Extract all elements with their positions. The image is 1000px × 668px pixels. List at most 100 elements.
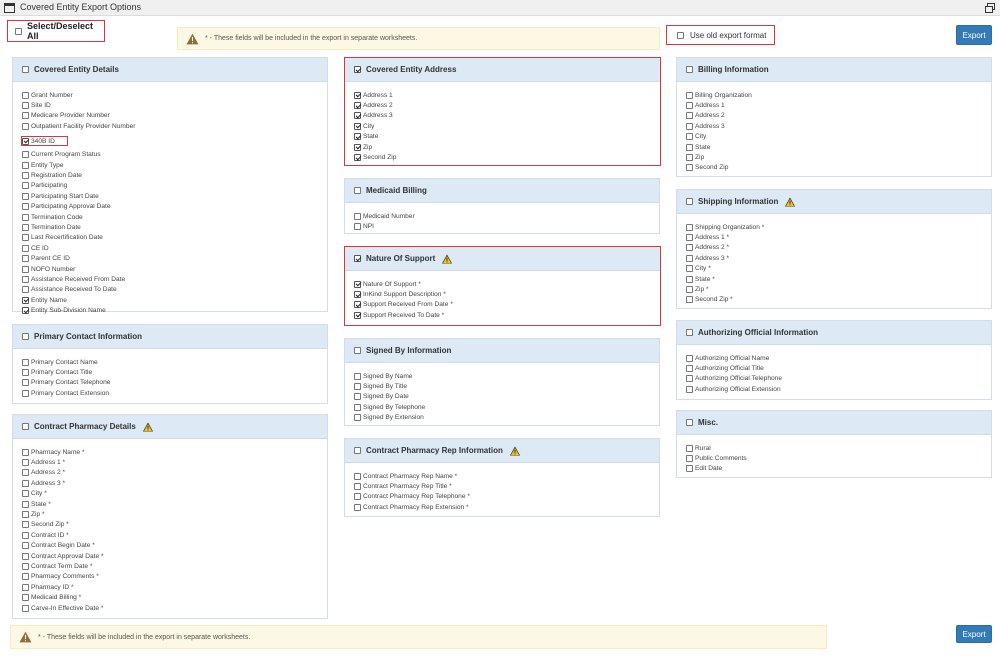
- field-checkbox[interactable]: [22, 192, 29, 200]
- field-option-rural[interactable]: Rural: [686, 443, 991, 453]
- field-option-state[interactable]: State: [686, 142, 991, 152]
- field-option-contract-term-date[interactable]: Contract Term Date *: [22, 561, 327, 571]
- field-option-address-2[interactable]: Address 2 *: [686, 243, 991, 253]
- field-option-outpatient-facility-provider-number[interactable]: Outpatient Facility Provider Number: [22, 121, 327, 131]
- field-option-support-received-to-date[interactable]: Support Received To Date *: [354, 310, 660, 320]
- field-option-entity-name[interactable]: Entity Name: [22, 295, 327, 305]
- field-option-entity-type[interactable]: Entity Type: [22, 160, 327, 170]
- field-checkbox[interactable]: [686, 244, 693, 252]
- field-checkbox[interactable]: [686, 354, 693, 362]
- field-option-assistance-received-from-date[interactable]: Assistance Received From Date: [22, 274, 327, 284]
- field-option-pharmacy-name[interactable]: Pharmacy Name *: [22, 447, 327, 457]
- panel-select-checkbox[interactable]: [354, 255, 361, 262]
- field-checkbox[interactable]: [354, 133, 361, 141]
- field-option-second-zip[interactable]: Second Zip: [354, 152, 660, 162]
- field-checkbox[interactable]: [22, 112, 29, 120]
- field-checkbox[interactable]: [22, 573, 29, 581]
- field-checkbox[interactable]: [22, 479, 29, 487]
- field-checkbox[interactable]: [22, 448, 29, 456]
- old-export-format-checkbox[interactable]: [677, 31, 684, 39]
- panel-select-checkbox[interactable]: [686, 198, 693, 205]
- panel-select-checkbox[interactable]: [354, 447, 361, 454]
- field-checkbox[interactable]: [354, 291, 361, 299]
- field-option-address-2[interactable]: Address 2 *: [22, 468, 327, 478]
- panel-select-checkbox[interactable]: [22, 423, 29, 430]
- field-checkbox[interactable]: [22, 379, 29, 387]
- field-option-authorizing-official-extension[interactable]: Authorizing Official Extension: [686, 384, 991, 394]
- field-option-second-zip[interactable]: Second Zip: [686, 163, 991, 173]
- panel-select-checkbox[interactable]: [354, 187, 361, 194]
- field-option-address-1[interactable]: Address 1 *: [22, 457, 327, 467]
- field-checkbox[interactable]: [354, 91, 361, 99]
- field-checkbox[interactable]: [354, 154, 361, 162]
- field-option-contract-pharmacy-rep-title[interactable]: Contract Pharmacy Rep Title *: [354, 481, 659, 491]
- field-checkbox[interactable]: [354, 493, 361, 501]
- field-checkbox[interactable]: [22, 511, 29, 519]
- field-checkbox[interactable]: [686, 122, 693, 130]
- select-all-control[interactable]: Select/Deselect All: [7, 20, 105, 42]
- field-option-second-zip[interactable]: Second Zip *: [686, 295, 991, 305]
- field-checkbox[interactable]: [22, 286, 29, 294]
- field-option-contract-id[interactable]: Contract ID *: [22, 530, 327, 540]
- field-checkbox[interactable]: [22, 358, 29, 366]
- field-checkbox[interactable]: [22, 91, 29, 99]
- field-option-medicare-provider-number[interactable]: Medicare Provider Number: [22, 111, 327, 121]
- field-checkbox[interactable]: [22, 531, 29, 539]
- panel-select-checkbox[interactable]: [22, 333, 29, 340]
- field-option-contract-pharmacy-rep-extension[interactable]: Contract Pharmacy Rep Extension *: [354, 502, 659, 512]
- field-checkbox[interactable]: [22, 234, 29, 242]
- field-checkbox[interactable]: [354, 311, 361, 319]
- field-checkbox[interactable]: [22, 459, 29, 467]
- field-checkbox[interactable]: [686, 164, 693, 172]
- field-checkbox[interactable]: [686, 275, 693, 283]
- panel-select-checkbox[interactable]: [354, 66, 361, 73]
- field-checkbox[interactable]: [22, 137, 29, 145]
- field-option-address-3[interactable]: Address 3: [354, 111, 660, 121]
- field-checkbox[interactable]: [354, 393, 361, 401]
- field-option-contract-approval-date[interactable]: Contract Approval Date *: [22, 551, 327, 561]
- field-option-city[interactable]: City *: [686, 264, 991, 274]
- field-checkbox[interactable]: [22, 542, 29, 550]
- field-option-grant-number[interactable]: Grant Number: [22, 90, 327, 100]
- field-option-participating-start-date[interactable]: Participating Start Date: [22, 191, 327, 201]
- field-checkbox[interactable]: [686, 444, 693, 452]
- field-checkbox[interactable]: [686, 223, 693, 231]
- field-option-site-id[interactable]: Site ID: [22, 100, 327, 110]
- field-option-carve-in-effective-date[interactable]: Carve-In Effective Date *: [22, 603, 327, 613]
- field-checkbox[interactable]: [354, 372, 361, 380]
- field-checkbox[interactable]: [686, 365, 693, 373]
- field-option-address-2[interactable]: Address 2: [686, 111, 991, 121]
- field-option-address-3[interactable]: Address 3: [686, 121, 991, 131]
- field-checkbox[interactable]: [22, 552, 29, 560]
- field-option-signed-by-date[interactable]: Signed By Date: [354, 392, 659, 402]
- field-option-zip[interactable]: Zip *: [686, 284, 991, 294]
- export-button-top[interactable]: Export: [956, 25, 992, 45]
- field-checkbox[interactable]: [686, 133, 693, 141]
- field-checkbox[interactable]: [22, 562, 29, 570]
- field-option-address-2[interactable]: Address 2: [354, 100, 660, 110]
- field-checkbox[interactable]: [686, 91, 693, 99]
- field-checkbox[interactable]: [22, 203, 29, 211]
- field-checkbox[interactable]: [22, 182, 29, 190]
- field-option-support-received-from-date[interactable]: Support Received From Date *: [354, 300, 660, 310]
- field-checkbox[interactable]: [686, 143, 693, 151]
- field-option-billing-organization[interactable]: Billing Organization: [686, 90, 991, 100]
- field-option-signed-by-extension[interactable]: Signed By Extension: [354, 413, 659, 423]
- field-option-registration-date[interactable]: Registration Date: [22, 170, 327, 180]
- field-option-city[interactable]: City: [354, 121, 660, 131]
- field-option-zip[interactable]: Zip: [686, 152, 991, 162]
- field-option-address-1[interactable]: Address 1: [686, 100, 991, 110]
- field-option-contract-pharmacy-rep-name[interactable]: Contract Pharmacy Rep Name *: [354, 471, 659, 481]
- field-option-primary-contact-extension[interactable]: Primary Contact Extension: [22, 388, 327, 398]
- select-all-checkbox[interactable]: [15, 27, 22, 35]
- field-checkbox[interactable]: [354, 143, 361, 151]
- field-option-entity-sub-division-name[interactable]: Entity Sub-Division Name: [22, 305, 327, 315]
- field-checkbox[interactable]: [354, 280, 361, 288]
- field-option-termination-code[interactable]: Termination Code: [22, 212, 327, 222]
- field-option-state[interactable]: State: [354, 132, 660, 142]
- export-button-bottom[interactable]: Export: [956, 625, 992, 643]
- panel-select-checkbox[interactable]: [686, 66, 693, 73]
- field-option-address-1[interactable]: Address 1: [354, 90, 660, 100]
- field-checkbox[interactable]: [686, 465, 693, 473]
- field-option-primary-contact-telephone[interactable]: Primary Contact Telephone: [22, 378, 327, 388]
